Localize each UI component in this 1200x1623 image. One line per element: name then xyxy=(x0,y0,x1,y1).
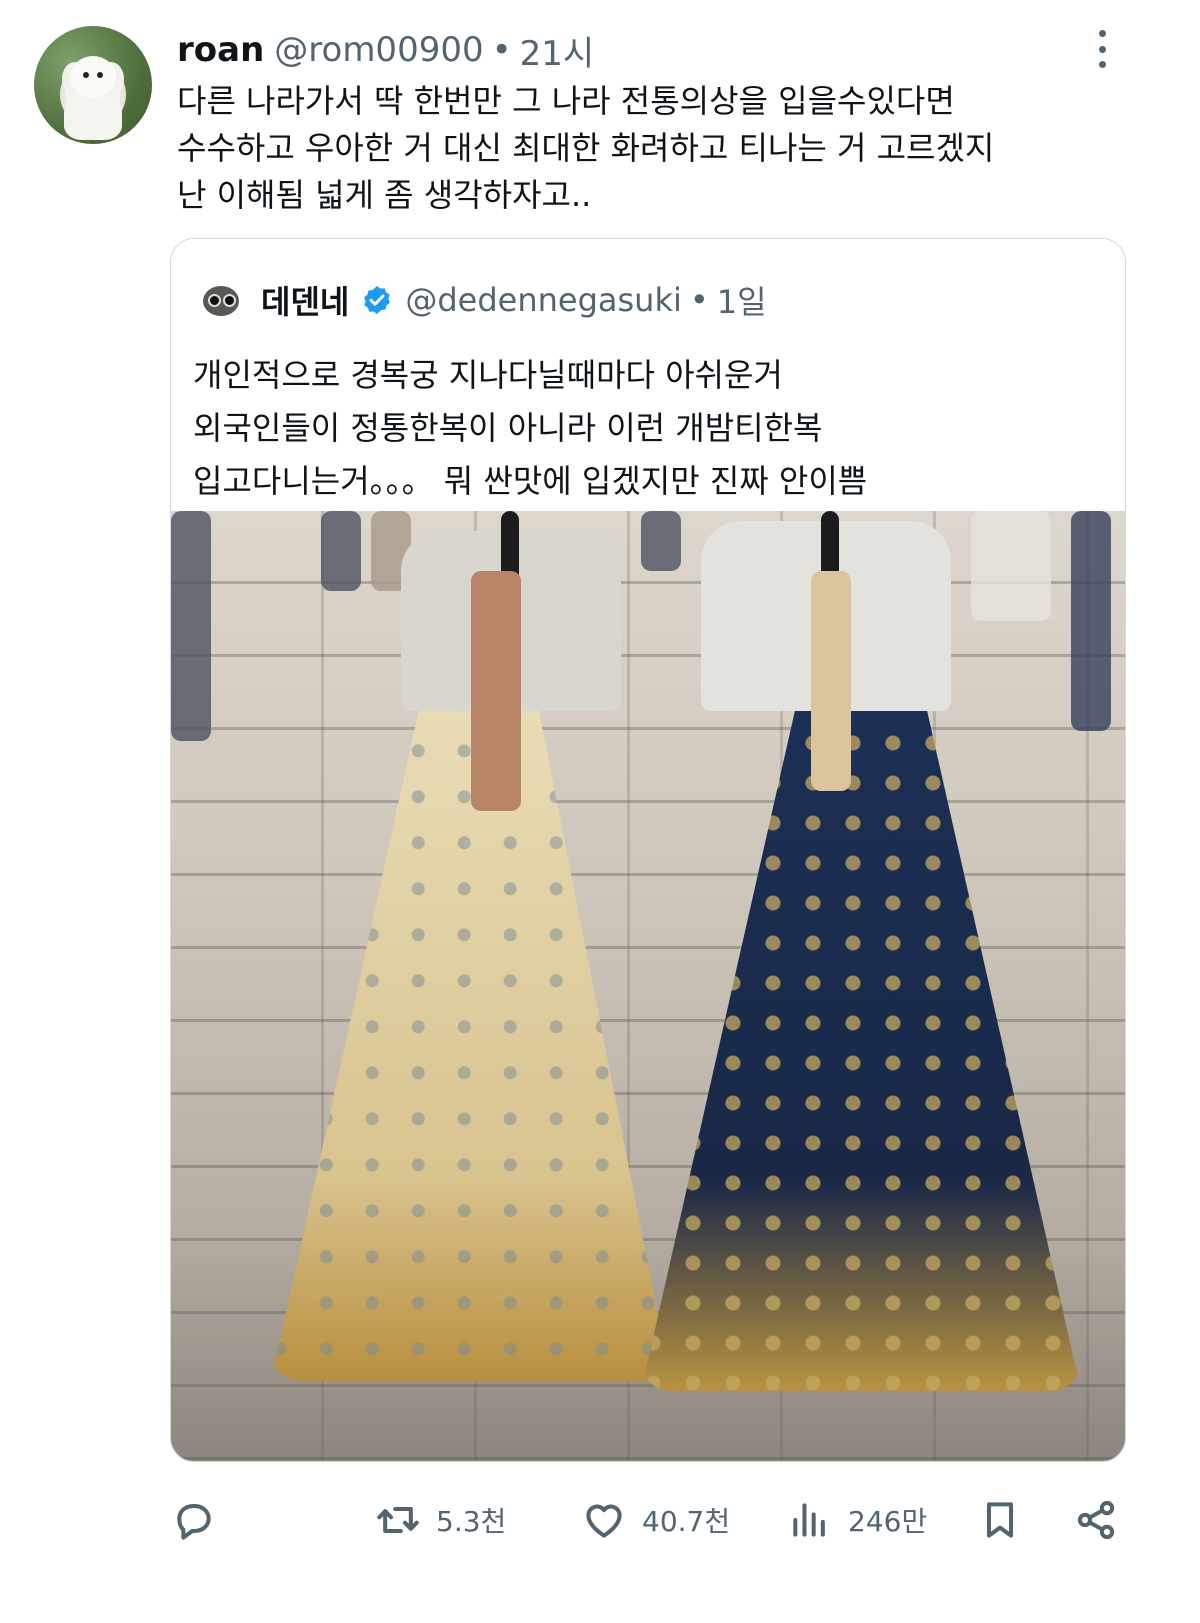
like-button[interactable]: 40.7천 xyxy=(582,1490,730,1550)
more-icon[interactable] xyxy=(1088,30,1116,68)
bookmark-icon xyxy=(986,1502,1014,1538)
quoted-photo[interactable] xyxy=(171,511,1125,1461)
photo-bystander xyxy=(321,511,361,591)
tweet-text: 다른 나라가서 딱 한번만 그 나라 전통의상을 입을수있다면 수수하고 우아한… xyxy=(177,78,1157,219)
share-icon xyxy=(1077,1500,1115,1540)
more-dot xyxy=(1098,45,1106,53)
tweet-line: 수수하고 우아한 거 대신 최대한 화려하고 티나는 거 고르겠지 xyxy=(177,129,995,167)
photo-bystander xyxy=(971,511,1051,621)
separator-dot: • xyxy=(491,30,512,70)
author-handle[interactable]: @rom00900 xyxy=(274,30,483,70)
avatar-dog-eye xyxy=(83,72,89,78)
photo-bystander xyxy=(1071,511,1111,731)
verified-icon xyxy=(364,286,391,314)
quoted-tweet-text: 개인적으로 경복궁 지나다닐때마다 아쉬운거 외국인들이 정통한복이 아니라 이… xyxy=(193,349,1093,508)
avatar-dog-face xyxy=(70,56,116,98)
action-bar: 5.3천 40.7천 246만 xyxy=(0,1490,1200,1550)
tweet-line: 난 이해됨 넓게 좀 생각하자고.. xyxy=(177,176,592,214)
photo-blue-hanbok-ribbon xyxy=(811,571,851,791)
quoted-author-name[interactable]: 데덴네 xyxy=(261,277,349,323)
photo-bystander xyxy=(641,511,681,571)
quoted-line: 외국인들이 정통한복이 아니라 이런 개밤티한복 xyxy=(193,409,823,447)
bookmark-button[interactable] xyxy=(978,1490,1022,1550)
reply-button[interactable] xyxy=(172,1490,232,1550)
quoted-author-handle[interactable]: @dedennegasuki xyxy=(405,281,682,319)
avatar-dog-body xyxy=(64,92,122,140)
quoted-avatar-eye xyxy=(223,294,236,307)
views-button[interactable]: 246만 xyxy=(788,1490,927,1550)
timestamp[interactable]: 21시 xyxy=(520,26,595,75)
avatar-dog-eye xyxy=(97,72,103,78)
quoted-avatar-eye xyxy=(208,294,221,307)
like-count: 40.7천 xyxy=(642,1505,731,1538)
quoted-tweet[interactable]: 데덴네 @dedennegasuki • 1일 개인적으로 경복궁 지나다닐때마… xyxy=(170,238,1126,1462)
avatar[interactable] xyxy=(34,26,152,144)
retweet-button[interactable]: 5.3천 xyxy=(376,1490,506,1550)
retweet-count: 5.3천 xyxy=(436,1505,507,1538)
quoted-tweet-header: 데덴네 @dedennegasuki • 1일 xyxy=(199,277,767,323)
views-count: 246만 xyxy=(848,1505,928,1538)
quoted-timestamp[interactable]: 1일 xyxy=(717,277,767,323)
quoted-line: 입고다니는거。。。 뭐 싼맛에 입겠지만 진짜 안이쁨 xyxy=(193,462,868,500)
quoted-avatar[interactable] xyxy=(199,278,243,322)
share-button[interactable] xyxy=(1074,1490,1118,1550)
retweet-icon xyxy=(377,1506,419,1534)
quoted-line: 개인적으로 경복궁 지나다닐때마다 아쉬운거 xyxy=(193,356,783,394)
more-dot xyxy=(1098,30,1106,37)
tweet-line: 다른 나라가서 딱 한번만 그 나라 전통의상을 입을수있다면 xyxy=(177,82,955,120)
separator-dot: • xyxy=(689,281,709,319)
like-icon xyxy=(586,1504,622,1538)
author-name[interactable]: roan xyxy=(177,30,264,70)
tweet-header: roan @rom00900 • 21시 xyxy=(177,26,595,75)
reply-icon xyxy=(177,1504,211,1540)
photo-bystander xyxy=(171,511,211,741)
views-icon xyxy=(793,1503,825,1537)
more-dot xyxy=(1098,61,1106,68)
photo-gold-hanbok-ribbon xyxy=(471,571,521,811)
